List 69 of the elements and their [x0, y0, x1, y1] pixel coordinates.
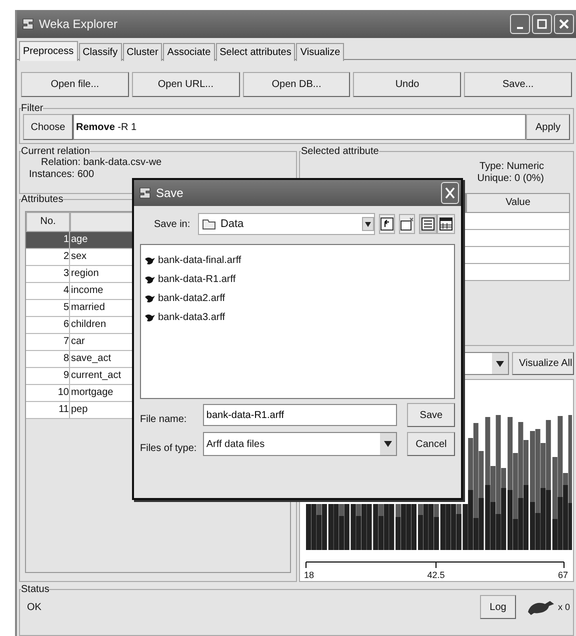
- close-button[interactable]: [554, 14, 574, 34]
- caret-icon: [384, 441, 392, 447]
- column-header[interactable]: Value: [466, 193, 570, 213]
- file-name-field[interactable]: bank-data-R1.arff: [203, 404, 398, 426]
- file-item[interactable]: bank-data3.arff: [158, 312, 226, 323]
- close-icon: [559, 19, 569, 29]
- dialog-title: Save: [156, 186, 184, 200]
- tab[interactable]: Preprocess: [19, 41, 78, 61]
- list-view-icon[interactable]: [418, 214, 437, 234]
- task-count: x 0: [558, 602, 570, 612]
- save-button[interactable]: Save: [407, 403, 456, 427]
- caret-icon: [496, 360, 504, 366]
- bird-icon: [144, 312, 156, 322]
- details-view-icon[interactable]: [436, 214, 455, 234]
- file-item[interactable]: bank-data-final.arff: [158, 255, 242, 266]
- file-type-dropdown[interactable]: Arff data files: [203, 432, 398, 456]
- window-title: Weka Explorer: [39, 17, 118, 31]
- instances-label: Instances: 600: [28, 169, 96, 181]
- group-title: Status: [21, 584, 50, 595]
- close-icon: [445, 187, 455, 199]
- new-folder-icon[interactable]: [398, 214, 415, 234]
- bird-icon: [526, 598, 556, 616]
- column-header[interactable]: No.: [26, 212, 70, 232]
- apply-button[interactable]: Apply: [526, 114, 570, 140]
- axis-label: 67: [558, 570, 568, 580]
- type-label: Type: Numeric: [480, 161, 544, 173]
- save-in-label: Save in:: [153, 218, 192, 230]
- save-in-dropdown[interactable]: Data: [198, 213, 375, 235]
- filter-field[interactable]: Remove -R 1: [73, 114, 526, 140]
- status-text: OK: [26, 602, 42, 612]
- folder-icon: [202, 218, 216, 230]
- relation-label: Relation: bank-data.csv-we: [40, 157, 163, 169]
- tab[interactable]: Cluster: [122, 43, 162, 61]
- visualize-all-button[interactable]: Visualize All: [512, 352, 574, 375]
- unique-label: Unique: 0 (0%): [477, 173, 544, 185]
- group-title: Selected attribute: [301, 146, 379, 157]
- file-item[interactable]: bank-data-R1.arff: [158, 274, 236, 285]
- bird-icon: [144, 274, 156, 284]
- bird-icon: [144, 256, 156, 266]
- toolbar-button[interactable]: Undo: [353, 72, 462, 97]
- tab[interactable]: Select attributes: [216, 43, 296, 61]
- group-title: Filter: [21, 103, 44, 114]
- file-type-label: Files of type:: [140, 442, 198, 454]
- group-title: Current relation: [21, 146, 90, 157]
- caret-icon: [364, 222, 371, 226]
- minimize-button[interactable]: [510, 14, 530, 34]
- maximize-icon: [537, 19, 547, 29]
- toolbar-button[interactable]: Open DB...: [242, 72, 350, 97]
- toolbar-button[interactable]: Save...: [464, 72, 572, 97]
- axis-label: 18: [304, 570, 314, 580]
- axis-label: 42.5: [427, 570, 445, 580]
- file-name-label: File name:: [140, 412, 188, 424]
- tab[interactable]: Classify: [78, 43, 122, 61]
- maximize-button[interactable]: [532, 14, 552, 34]
- group-title: Attributes: [21, 194, 64, 205]
- close-button[interactable]: [441, 182, 459, 204]
- app-icon: [138, 186, 152, 200]
- app-icon: [21, 17, 35, 31]
- toolbar-button[interactable]: Open file...: [21, 72, 129, 97]
- log-button[interactable]: Log: [480, 595, 516, 619]
- minimize-icon: [517, 27, 523, 29]
- up-folder-icon[interactable]: [378, 214, 395, 234]
- tab[interactable]: Associate: [163, 43, 215, 61]
- bird-icon: [144, 294, 156, 304]
- cancel-button[interactable]: Cancel: [407, 432, 455, 456]
- tab[interactable]: Visualize: [296, 43, 344, 61]
- toolbar-button[interactable]: Open URL...: [132, 72, 240, 97]
- file-item[interactable]: bank-data2.arff: [158, 293, 226, 304]
- choose-button[interactable]: Choose: [23, 114, 73, 140]
